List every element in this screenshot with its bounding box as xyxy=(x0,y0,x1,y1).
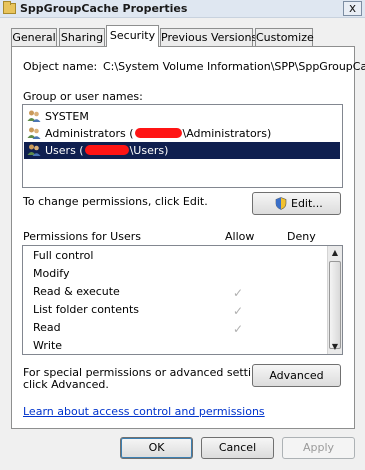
ok-button[interactable]: OK xyxy=(120,437,193,459)
groups-label: Group or user names: xyxy=(23,90,143,103)
scroll-up-arrow-icon[interactable]: ▲ xyxy=(328,246,342,260)
user-prefix: Users ( xyxy=(45,144,84,157)
tab-customize[interactable]: Customize xyxy=(255,28,314,46)
user-suffix: \Users) xyxy=(129,144,169,157)
redaction-mark xyxy=(134,128,182,138)
permission-row: Write xyxy=(33,337,313,354)
user-name: SYSTEM xyxy=(45,110,89,123)
list-item-users[interactable]: Users ( \Users) xyxy=(24,142,340,159)
permissions-title: Permissions for Users xyxy=(23,230,141,243)
apply-button[interactable]: Apply xyxy=(282,437,355,459)
permission-name: Read xyxy=(33,321,61,334)
permission-name: List folder contents xyxy=(33,303,139,316)
uac-shield-icon xyxy=(275,197,287,210)
permission-row: Modify xyxy=(33,265,313,283)
deny-column-header: Deny xyxy=(287,230,316,243)
close-button[interactable]: x xyxy=(343,1,362,16)
object-name-label: Object name: xyxy=(23,60,98,73)
list-item-administrators[interactable]: Administrators (\Administrators) xyxy=(24,125,340,142)
group-user-list[interactable]: SYSTEM Administrators (\Administrators) … xyxy=(22,104,343,188)
allow-check-icon: ✓ xyxy=(232,304,244,318)
permission-name: Write xyxy=(33,339,63,352)
permission-row: Read xyxy=(33,319,313,337)
security-tab-panel: Object name: C:\System Volume Informatio… xyxy=(11,46,365,429)
properties-dialog: SppGroupCache Properties x General Shari… xyxy=(0,0,365,470)
title-bar[interactable]: SppGroupCache Properties x xyxy=(0,0,365,18)
tab-sharing[interactable]: Sharing xyxy=(59,28,105,46)
window-title: SppGroupCache Properties xyxy=(20,2,188,15)
user-group-icon xyxy=(27,110,41,122)
user-group-icon xyxy=(27,127,41,139)
permission-row: Read & execute xyxy=(33,283,313,301)
advanced-hint-line2: click Advanced. xyxy=(23,378,109,391)
edit-button-label: Edit... xyxy=(291,197,323,210)
user-name: Users ( \Users) xyxy=(45,142,168,159)
scroll-thumb[interactable] xyxy=(329,261,341,349)
allow-check-icon: ✓ xyxy=(232,322,244,336)
allow-check-icon: ✓ xyxy=(232,286,244,300)
allow-column-header: Allow xyxy=(225,230,255,243)
edit-button[interactable]: Edit... xyxy=(252,192,341,215)
permission-name: Modify xyxy=(33,267,70,280)
change-permissions-hint: To change permissions, click Edit. xyxy=(23,195,208,208)
cancel-button[interactable]: Cancel xyxy=(201,437,274,459)
tab-previous-versions[interactable]: Previous Versions xyxy=(160,28,257,46)
permissions-list[interactable]: Full control Modify Read & execute List … xyxy=(22,245,343,355)
tab-general[interactable]: General xyxy=(11,28,57,46)
permission-row: List folder contents xyxy=(33,301,313,319)
permissions-scrollbar[interactable]: ▲ ▼ xyxy=(327,246,342,354)
folder-icon xyxy=(3,1,16,14)
permission-name: Read & execute xyxy=(33,285,120,298)
object-name-value: C:\System Volume Information\SPP\SppGrou… xyxy=(103,60,365,73)
permission-name: Full control xyxy=(33,249,94,262)
user-group-icon xyxy=(27,144,41,156)
scroll-down-arrow-icon[interactable]: ▼ xyxy=(328,340,342,354)
help-link[interactable]: Learn about access control and permissio… xyxy=(23,405,265,418)
list-item-system[interactable]: SYSTEM xyxy=(24,108,340,125)
permission-row: Full control xyxy=(33,247,313,265)
user-name: Administrators (\Administrators) xyxy=(45,127,272,140)
redaction-mark xyxy=(84,145,129,155)
tab-security[interactable]: Security xyxy=(106,25,159,47)
advanced-button[interactable]: Advanced xyxy=(252,364,341,387)
